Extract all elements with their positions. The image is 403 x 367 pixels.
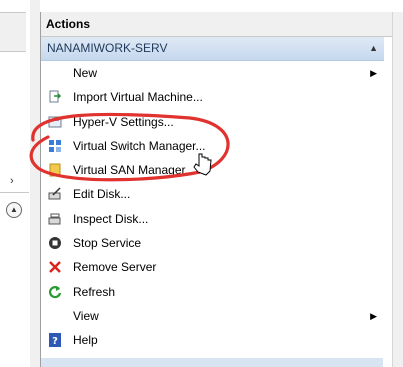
- edit-disk-icon: [48, 187, 61, 200]
- scroll-up-circle-icon[interactable]: ▲: [6, 202, 22, 218]
- action-label: Remove Server: [73, 260, 157, 275]
- help-icon: ?: [49, 333, 61, 348]
- action-stop-service[interactable]: Stop Service: [41, 231, 383, 255]
- action-virtual-switch-manager[interactable]: Virtual Switch Manager...: [41, 134, 383, 158]
- action-label: Help: [73, 333, 98, 348]
- collapse-caret-icon[interactable]: ▲: [369, 37, 378, 60]
- action-label: Edit Disk...: [73, 187, 131, 202]
- action-label: Inspect Disk...: [73, 211, 149, 226]
- action-label: New: [73, 66, 98, 80]
- import-icon: [49, 90, 62, 103]
- actions-list: New ▶ Import Virtual Machine... Hyper-V …: [41, 61, 383, 353]
- inspect-disk-icon: [48, 213, 61, 225]
- action-label: Hyper-V Settings...: [73, 114, 174, 129]
- action-label: Virtual Switch Manager...: [73, 138, 206, 153]
- remove-icon: [49, 261, 61, 274]
- action-hyper-v-settings[interactable]: Hyper-V Settings...: [41, 110, 383, 134]
- submenu-arrow-icon: ▶: [370, 68, 377, 78]
- next-section-header: [41, 358, 383, 367]
- action-label: Virtual SAN Manager...: [73, 163, 195, 178]
- submenu-arrow-icon: ▶: [370, 310, 377, 321]
- action-view[interactable]: View ▶: [41, 304, 383, 328]
- server-name: NANAMIWORK-SERV: [47, 41, 168, 55]
- action-label: Refresh: [73, 284, 116, 299]
- action-import-virtual-machine[interactable]: Import Virtual Machine...: [41, 85, 383, 109]
- server-section-header[interactable]: NANAMIWORK-SERV ▲: [41, 37, 384, 61]
- left-pane-divider: [0, 192, 29, 193]
- actions-pane: Actions NANAMIWORK-SERV ▲ New ▶ Import V…: [40, 12, 403, 367]
- action-label: Import Virtual Machine...: [73, 90, 203, 105]
- san-icon: [49, 163, 61, 177]
- action-label: View: [73, 308, 99, 323]
- left-pane: › ▲: [0, 0, 31, 367]
- scroll-right-arrow-icon[interactable]: ›: [10, 175, 14, 187]
- pane-splitter[interactable]: [30, 0, 40, 367]
- stop-icon: [49, 237, 61, 250]
- settings-icon: [48, 116, 62, 128]
- action-virtual-san-manager[interactable]: Virtual SAN Manager...: [41, 158, 383, 182]
- refresh-icon: [48, 285, 62, 298]
- actions-title: Actions: [41, 12, 403, 37]
- action-new[interactable]: New ▶: [41, 61, 383, 85]
- action-remove-server[interactable]: Remove Server: [41, 255, 383, 279]
- svg-text:?: ?: [52, 336, 58, 347]
- action-refresh[interactable]: Refresh: [41, 280, 383, 304]
- action-edit-disk[interactable]: Edit Disk...: [41, 182, 383, 206]
- vertical-scrollbar[interactable]: [392, 12, 403, 367]
- action-inspect-disk[interactable]: Inspect Disk...: [41, 207, 383, 231]
- switch-icon: [49, 139, 61, 152]
- left-pane-header: [0, 12, 26, 52]
- action-label: Stop Service: [73, 236, 142, 251]
- action-help[interactable]: ? Help: [41, 328, 383, 352]
